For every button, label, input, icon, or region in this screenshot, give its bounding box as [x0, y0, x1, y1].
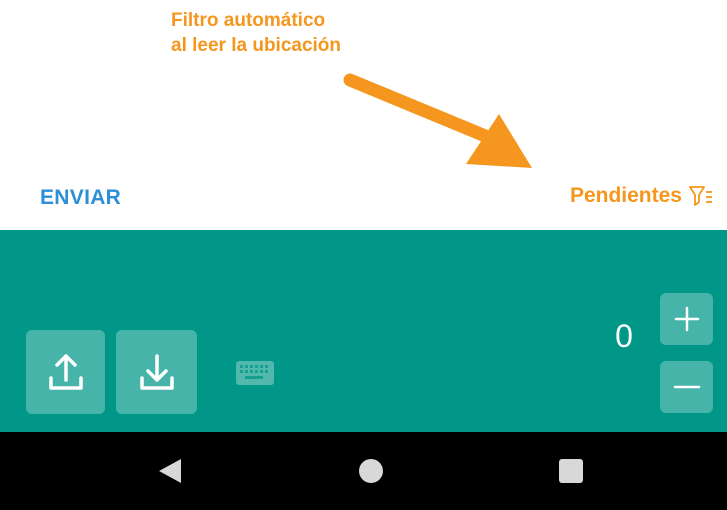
annotation-line-2: al leer la ubicación — [171, 35, 342, 56]
control-panel: 0 — [0, 230, 727, 432]
annotation-line-1: Filtro automático — [171, 10, 326, 31]
home-circle-icon[interactable] — [358, 458, 384, 484]
filter-label: Pendientes — [569, 184, 682, 207]
filter-list-icon — [689, 186, 712, 206]
plus-icon — [674, 306, 699, 332]
minus-icon — [673, 385, 700, 389]
send-button[interactable]: ENVIAR — [40, 186, 121, 210]
annotation-callout: Filtro automático al leer la ubicación — [171, 8, 341, 58]
download-icon — [139, 354, 174, 390]
keyboard-icon[interactable] — [235, 360, 275, 386]
increment-button[interactable] — [660, 293, 713, 345]
upload-icon — [48, 354, 83, 390]
recents-square-icon[interactable] — [558, 458, 584, 484]
decrement-button[interactable] — [660, 361, 713, 413]
back-triangle-icon[interactable] — [157, 458, 183, 484]
upload-button[interactable] — [26, 330, 105, 414]
pending-filter-button[interactable]: Pendientes — [570, 184, 713, 208]
download-button[interactable] — [116, 330, 197, 414]
system-navigation-bar — [0, 432, 727, 510]
quantity-value: 0 — [615, 318, 633, 354]
action-bar: ENVIAR Pendientes — [0, 170, 727, 230]
